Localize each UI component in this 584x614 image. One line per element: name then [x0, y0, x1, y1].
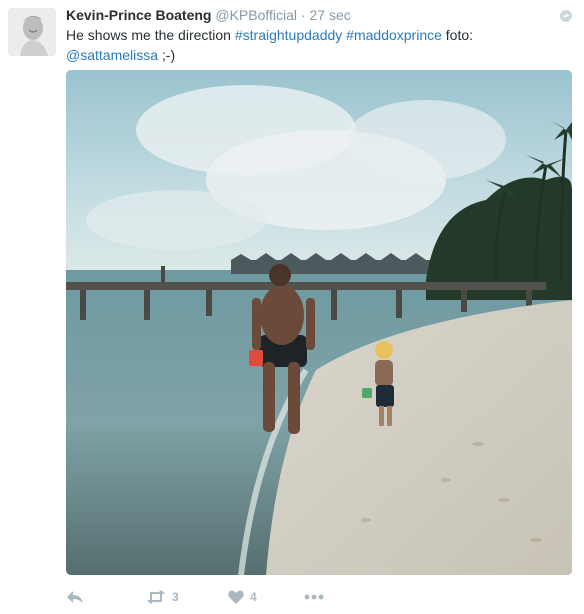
tweet-photo[interactable]	[66, 70, 572, 575]
author-name[interactable]: Kevin-Prince Boateng	[66, 7, 211, 23]
avatar-image	[8, 8, 56, 56]
hashtag-straightupdaddy[interactable]: #straightupdaddy	[235, 27, 342, 43]
more-icon	[304, 594, 324, 600]
like-count: 4	[250, 590, 257, 604]
tweet-actions: 3 4	[66, 587, 366, 607]
heart-icon	[228, 590, 244, 604]
avatar[interactable]	[8, 8, 56, 56]
like-button[interactable]: 4	[228, 587, 257, 607]
beach-photo-illustration	[66, 70, 572, 575]
time-separator: ·	[300, 7, 306, 23]
author-handle[interactable]: @KPBofficial	[215, 7, 297, 23]
retweet-icon	[147, 590, 165, 604]
retweet-count: 3	[172, 590, 179, 604]
retweet-button[interactable]: 3	[146, 587, 179, 607]
reply-icon	[67, 591, 83, 603]
twitter-bird-icon[interactable]	[560, 10, 572, 22]
tweet-text: He shows me the direction #straightupdad…	[66, 25, 546, 65]
hashtag-maddoxprince[interactable]: #maddoxprince	[346, 27, 442, 43]
tweet-text-plain: He shows me the direction	[66, 27, 231, 43]
tweet-header: Kevin-Prince Boateng @KPBofficial · 27 s…	[66, 6, 554, 24]
tweet-timestamp[interactable]: 27 sec	[309, 7, 350, 23]
more-button[interactable]	[304, 587, 324, 607]
reply-button[interactable]	[66, 587, 84, 607]
tweet-text-end: ;-)	[161, 47, 176, 63]
tweet-text-foto: foto:	[445, 27, 474, 43]
mention-sattamelissa[interactable]: @sattamelissa	[66, 47, 158, 63]
